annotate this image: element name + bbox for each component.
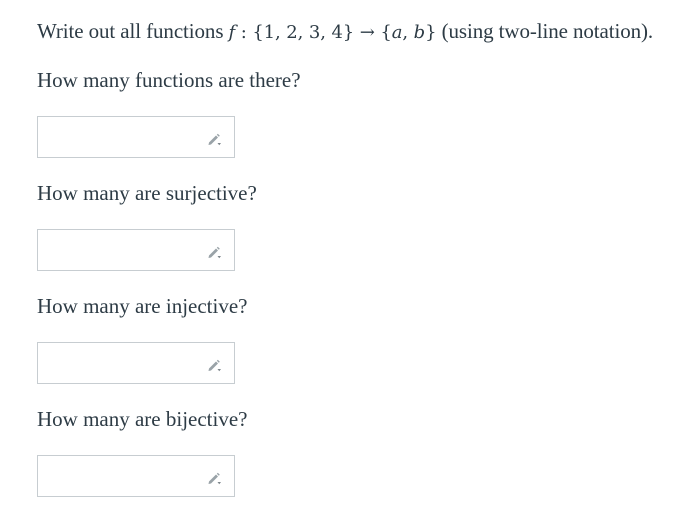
answer-field-functions[interactable] xyxy=(37,116,235,158)
codomain-a: a xyxy=(391,22,403,43)
question-label-surjective: How many are surjective? xyxy=(37,181,257,205)
domain-mapping: : {1, 2, 3, 4} → { xyxy=(235,22,392,43)
pencil-dropdown-icon[interactable] xyxy=(206,357,222,373)
pencil-dropdown-icon[interactable] xyxy=(206,131,222,147)
function-notation: f : {1, 2, 3, 4} → {a, b} xyxy=(229,22,437,43)
codomain-comma: , xyxy=(402,22,414,43)
prompt-text-end: (using two-line notation). xyxy=(436,19,654,43)
prompt-text-start: Write out all functions xyxy=(37,19,229,43)
codomain-close: } xyxy=(425,22,437,43)
pencil-dropdown-icon[interactable] xyxy=(206,470,222,486)
pencil-dropdown-icon[interactable] xyxy=(206,244,222,260)
question-label-bijective: How many are bijective? xyxy=(37,407,248,431)
answer-field-injective[interactable] xyxy=(37,342,235,384)
answer-field-surjective[interactable] xyxy=(37,229,235,271)
question-label-injective: How many are injective? xyxy=(37,294,248,318)
question-prompt: Write out all functions f : {1, 2, 3, 4}… xyxy=(37,14,653,50)
question-label-functions: How many functions are there? xyxy=(37,68,301,92)
codomain-b: b xyxy=(413,22,426,43)
answer-field-bijective[interactable] xyxy=(37,455,235,497)
